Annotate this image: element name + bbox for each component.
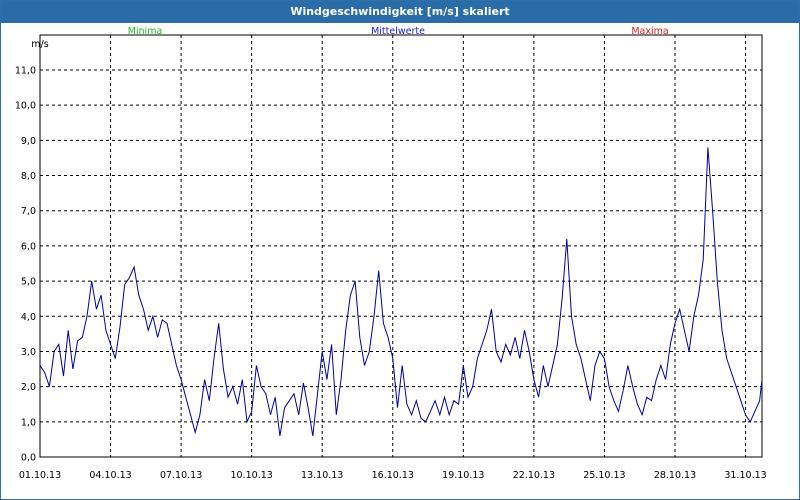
series-line-mittelwerte xyxy=(39,147,763,436)
x-tick-label: 01.10.13 xyxy=(19,470,61,481)
x-tick-label: 28.10.13 xyxy=(654,470,696,481)
legend-mittelwerte: Mittelwerte xyxy=(371,26,425,37)
y-tick-label: 0,0 xyxy=(21,453,36,464)
y-tick-label: 1,0 xyxy=(21,417,36,428)
x-tick-label: 04.10.13 xyxy=(89,470,131,481)
y-ticks: 0,0 1,0 2,0 3,0 4,0 5,0 6,0 7,0 8,0 9,0 10,0 11,0 xyxy=(15,66,36,464)
x-tick-label: 13.10.13 xyxy=(301,470,343,481)
chart-svg: 0,0 1,0 2,0 3,0 4,0 5,0 6,0 7,0 8,0 9,0 10,0 11,0 0… xyxy=(15,26,767,481)
y-tick-label: 9,0 xyxy=(21,136,36,147)
x-tick-label: 10.10.13 xyxy=(231,470,273,481)
series-group xyxy=(39,147,763,436)
grid xyxy=(39,34,763,458)
legend-minima: Minima xyxy=(128,26,163,37)
y-tick-label: 3,0 xyxy=(21,347,36,358)
y-tick-label: 4,0 xyxy=(21,312,36,323)
x-tick-label: 19.10.13 xyxy=(442,470,484,481)
y-tick-label: 2,0 xyxy=(21,382,36,393)
y-axis-label: m/s xyxy=(31,39,48,50)
y-tick-label: 10,0 xyxy=(15,101,36,112)
x-tick-label: 31.10.13 xyxy=(724,470,766,481)
legend-maxima: Maxima xyxy=(631,26,668,37)
y-tick-label: 6,0 xyxy=(21,241,36,252)
x-tick-label: 16.10.13 xyxy=(372,470,414,481)
x-ticks: 01.10.13 04.10.13 07.10.13 10.10.13 13.10.13… xyxy=(19,470,767,481)
x-tick-label: 22.10.13 xyxy=(513,470,555,481)
y-tick-label: 7,0 xyxy=(21,206,36,217)
y-tick-label: 8,0 xyxy=(21,171,36,182)
x-tick-label: 07.10.13 xyxy=(160,470,202,481)
x-tick-label: 25.10.13 xyxy=(583,470,625,481)
y-tick-label: 11,0 xyxy=(15,66,36,77)
y-tick-label: 5,0 xyxy=(21,277,36,288)
